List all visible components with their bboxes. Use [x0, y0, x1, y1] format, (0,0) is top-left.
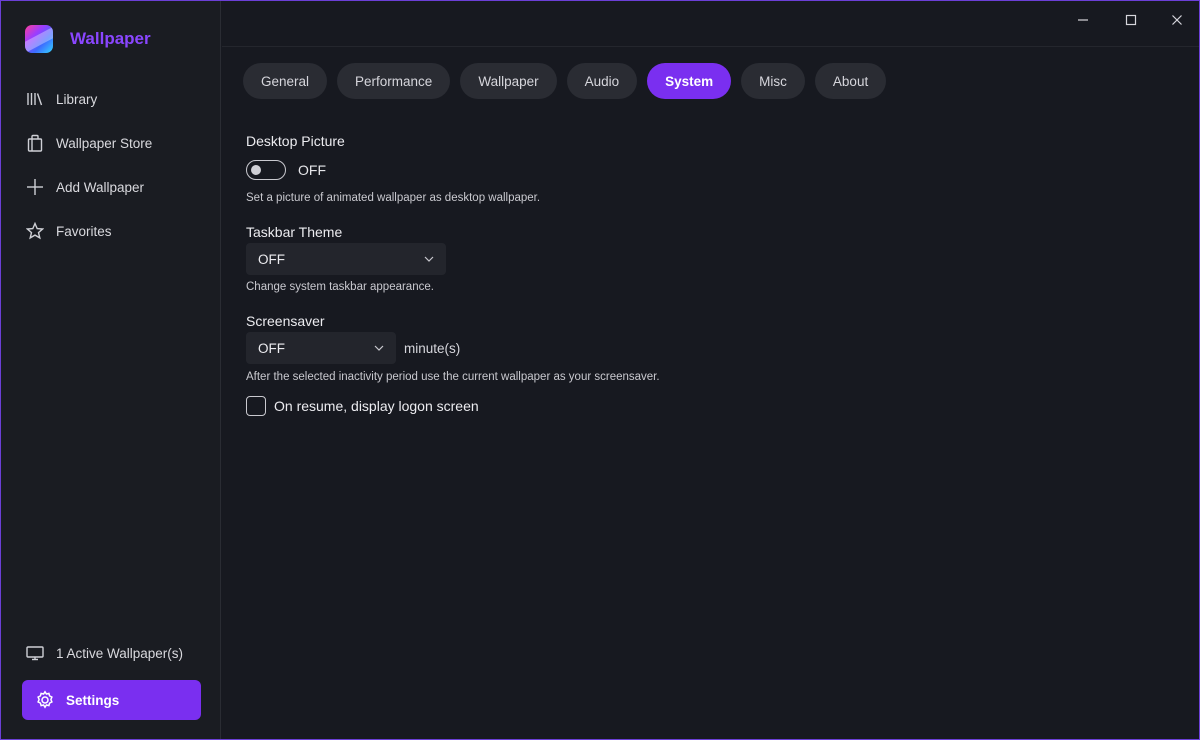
screensaver-unit: minute(s) — [404, 340, 461, 356]
tab-general[interactable]: General — [243, 63, 328, 99]
tab-misc[interactable]: Misc — [741, 63, 805, 99]
sidebar-item-label: Favorites — [56, 223, 112, 239]
tab-wallpaper[interactable]: Wallpaper — [460, 63, 557, 99]
monitor-icon — [25, 643, 45, 663]
tab-performance[interactable]: Performance — [337, 63, 451, 99]
screensaver-label: Screensaver — [246, 313, 325, 329]
sidebar-item-favorites[interactable]: Favorites — [25, 220, 112, 242]
close-icon — [1172, 15, 1182, 25]
desktop-picture-label: Desktop Picture — [246, 133, 345, 149]
maximize-icon — [1125, 14, 1137, 26]
desktop-picture-toggle-row: OFF — [246, 160, 326, 180]
taskbar-theme-dropdown[interactable]: OFF — [246, 243, 446, 275]
store-bag-icon — [25, 133, 45, 153]
active-wallpapers-label: 1 Active Wallpaper(s) — [56, 645, 184, 661]
taskbar-theme-value: OFF — [258, 251, 285, 267]
desktop-picture-toggle[interactable] — [246, 160, 286, 180]
star-icon — [25, 221, 45, 241]
settings-label: Settings — [66, 692, 120, 708]
maximize-button[interactable] — [1116, 9, 1146, 31]
app-logo — [25, 25, 53, 53]
close-button[interactable] — [1162, 9, 1192, 31]
toggle-state-label: OFF — [298, 162, 326, 178]
screensaver-dropdown[interactable]: OFF — [246, 332, 396, 364]
gear-icon — [37, 690, 53, 709]
chevron-down-icon — [424, 256, 434, 262]
minimize-button[interactable] — [1068, 9, 1098, 31]
active-wallpapers-status[interactable]: 1 Active Wallpaper(s) — [25, 643, 183, 663]
screensaver-help: After the selected inactivity period use… — [246, 371, 660, 383]
library-icon — [25, 89, 45, 109]
sidebar-item-label: Wallpaper Store — [56, 135, 153, 151]
plus-icon — [25, 177, 45, 197]
settings-tabs: General Performance Wallpaper Audio Syst… — [243, 63, 896, 99]
sidebar-item-library[interactable]: Library — [25, 88, 97, 110]
sidebar-item-label: Library — [56, 91, 98, 107]
taskbar-theme-help: Change system taskbar appearance. — [246, 281, 434, 293]
sidebar-item-add-wallpaper[interactable]: Add Wallpaper — [25, 176, 144, 198]
settings-button[interactable]: Settings — [22, 680, 201, 720]
logon-screen-checkbox[interactable] — [246, 396, 266, 416]
tab-about[interactable]: About — [814, 63, 887, 99]
sidebar-item-label: Add Wallpaper — [56, 179, 145, 195]
toggle-knob — [251, 165, 261, 175]
minimize-icon — [1078, 19, 1088, 21]
title-bar — [222, 1, 1199, 47]
app-name: Wallpaper — [70, 29, 151, 48]
tab-audio[interactable]: Audio — [566, 63, 638, 99]
chevron-down-icon — [374, 345, 384, 351]
brand: Wallpaper — [25, 25, 151, 53]
app-window: Wallpaper Library Wallpaper Store Add Wa… — [0, 0, 1200, 740]
tab-system[interactable]: System — [647, 63, 732, 99]
logon-screen-label: On resume, display logon screen — [274, 398, 479, 414]
sidebar-item-wallpaper-store[interactable]: Wallpaper Store — [25, 132, 152, 154]
taskbar-theme-label: Taskbar Theme — [246, 224, 343, 240]
screensaver-value: OFF — [258, 340, 285, 356]
sidebar: Wallpaper Library Wallpaper Store Add Wa… — [1, 1, 221, 739]
logon-screen-option[interactable]: On resume, display logon screen — [246, 396, 479, 416]
desktop-picture-help: Set a picture of animated wallpaper as d… — [246, 192, 541, 204]
screensaver-row: OFF minute(s) — [246, 332, 460, 364]
